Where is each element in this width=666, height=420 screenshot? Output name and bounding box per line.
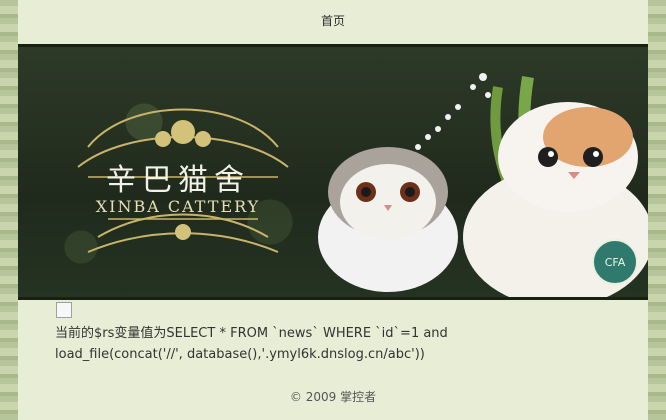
footer: © 2009 掌控者 bbox=[289, 390, 377, 404]
message-line-1: 当前的$rs变量值为SELECT * FROM `news` WHERE `id… bbox=[55, 326, 448, 341]
header-banner: 辛巴猫舍 XINBA CATTERY CFA bbox=[18, 44, 648, 300]
broken-image-icon bbox=[56, 302, 72, 318]
rs-variable-message: 当前的$rs变量值为SELECT * FROM `news` WHERE `id… bbox=[55, 323, 475, 365]
right-border-decoration bbox=[648, 0, 666, 420]
top-nav: 首页 bbox=[18, 10, 648, 29]
home-link[interactable]: 首页 bbox=[321, 14, 345, 28]
page-content: 首页 辛巴猫舍 XINBA CATTERY CFA 当前的$rs变量值为SELE… bbox=[18, 0, 648, 420]
logo-chinese-text: 辛巴猫舍 bbox=[106, 163, 250, 198]
left-border-decoration bbox=[0, 0, 18, 420]
cfa-badge: CFA bbox=[592, 239, 638, 285]
logo-english-text: XINBA CATTERY bbox=[95, 197, 261, 216]
message-line-2: load_file(concat('//', database(),'.ymyl… bbox=[55, 347, 425, 362]
